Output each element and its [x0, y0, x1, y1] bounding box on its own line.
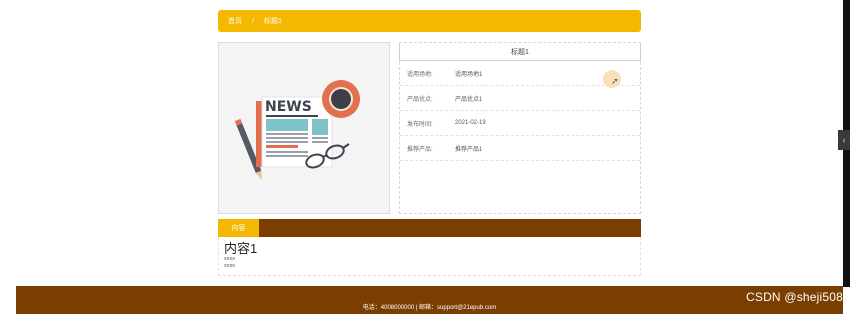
news-headline-text: NEWS: [265, 99, 312, 115]
content-line: xxxx: [224, 263, 235, 269]
newspaper-illustration: NEWS: [234, 80, 360, 181]
content-line: xxxx: [224, 256, 235, 262]
footer: 电话：4008000000 | 邮箱：support@21epub.com: [16, 286, 843, 314]
info-label: 产品优点:: [407, 96, 433, 103]
product-title: 标题1: [399, 43, 641, 61]
content-body: 内容1 xxxx xxxx: [218, 237, 641, 276]
product-image: NEWS: [218, 42, 390, 214]
info-label: 推荐产品:: [407, 146, 433, 153]
info-value: 2021-02-19: [455, 120, 486, 126]
breadcrumb: 首页 / 标题1: [218, 10, 641, 32]
footer-contact: 电话：4008000000 | 邮箱：support@21epub.com: [362, 305, 497, 311]
info-row-recommended: 推荐产品: 推荐产品1: [400, 136, 640, 161]
breadcrumb-current: 标题1: [263, 18, 282, 25]
breadcrumb-home-link[interactable]: 首页: [228, 16, 242, 26]
info-value: 推荐产品1: [455, 146, 483, 153]
breadcrumb-separator: /: [252, 17, 254, 25]
info-label: 发布时间:: [407, 121, 433, 128]
left-margin: [0, 0, 16, 314]
tab-content[interactable]: 内容: [218, 219, 259, 237]
watermark: CSDN @sheji508: [746, 290, 844, 304]
outer-right-margin: [850, 0, 867, 314]
side-collapse-handle[interactable]: ‹: [838, 130, 850, 150]
product-info-panel: 标题1 适用场地: 适用场地1 产品优点: 产品优点1 发布时间: 2021-0…: [399, 42, 641, 214]
mouse-pointer-icon: ➚: [611, 76, 619, 86]
info-row-advantage: 产品优点: 产品优点1: [400, 86, 640, 111]
info-value: 产品优点1: [455, 96, 483, 103]
info-value: 适用场地1: [455, 71, 483, 78]
info-row-date: 发布时间: 2021-02-19: [400, 111, 640, 136]
content-tab-bar: 内容: [218, 219, 641, 237]
content-title: 内容1: [224, 241, 258, 256]
info-label: 适用场地:: [407, 71, 433, 78]
